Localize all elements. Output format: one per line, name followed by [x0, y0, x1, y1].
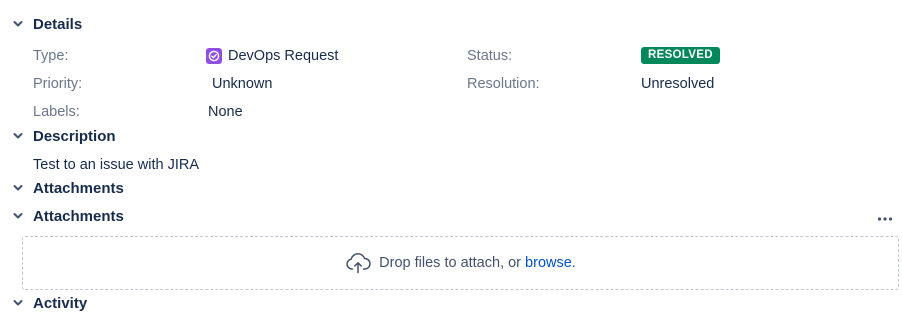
status-badge: RESOLVED: [641, 47, 720, 64]
activity-section-header[interactable]: Activity: [11, 293, 87, 313]
priority-label: Priority:: [33, 76, 83, 92]
more-actions-button[interactable]: [872, 207, 898, 227]
details-title: Details: [33, 15, 83, 33]
drop-text: Drop files to attach, or: [379, 255, 522, 271]
resolution-value: Unresolved: [641, 76, 715, 92]
chevron-down-icon[interactable]: [11, 181, 25, 195]
activity-title: Activity: [33, 294, 88, 312]
chevron-down-icon[interactable]: [11, 296, 25, 310]
status-label: Status:: [467, 48, 513, 64]
resolution-label: Resolution:: [467, 76, 540, 92]
attachments-section-header-2[interactable]: Attachments: [11, 206, 124, 226]
labels-value: None: [208, 104, 243, 120]
type-value: DevOps Request: [206, 46, 338, 66]
type-value-text: DevOps Request: [228, 48, 339, 64]
attachments-title: Attachments: [33, 179, 124, 197]
description-title: Description: [33, 127, 116, 145]
description-text: Test to an issue with JIRA: [33, 157, 200, 173]
priority-value: Unknown: [212, 76, 273, 92]
browse-link[interactable]: browse.: [525, 255, 576, 271]
more-icon: [877, 209, 893, 225]
details-section-header[interactable]: Details: [11, 14, 82, 34]
labels-label: Labels:: [33, 104, 80, 120]
cloud-upload-icon: [345, 252, 371, 274]
description-section-header[interactable]: Description: [11, 126, 116, 146]
chevron-down-icon[interactable]: [11, 17, 25, 31]
chevron-down-icon[interactable]: [11, 129, 25, 143]
type-label: Type:: [33, 48, 69, 64]
attachments-title-2: Attachments: [33, 207, 124, 225]
attachment-dropzone[interactable]: Drop files to attach, or browse.: [22, 236, 899, 290]
chevron-down-icon[interactable]: [11, 209, 25, 223]
attachments-section-header[interactable]: Attachments: [11, 178, 124, 198]
check-circle-icon: [206, 48, 222, 64]
